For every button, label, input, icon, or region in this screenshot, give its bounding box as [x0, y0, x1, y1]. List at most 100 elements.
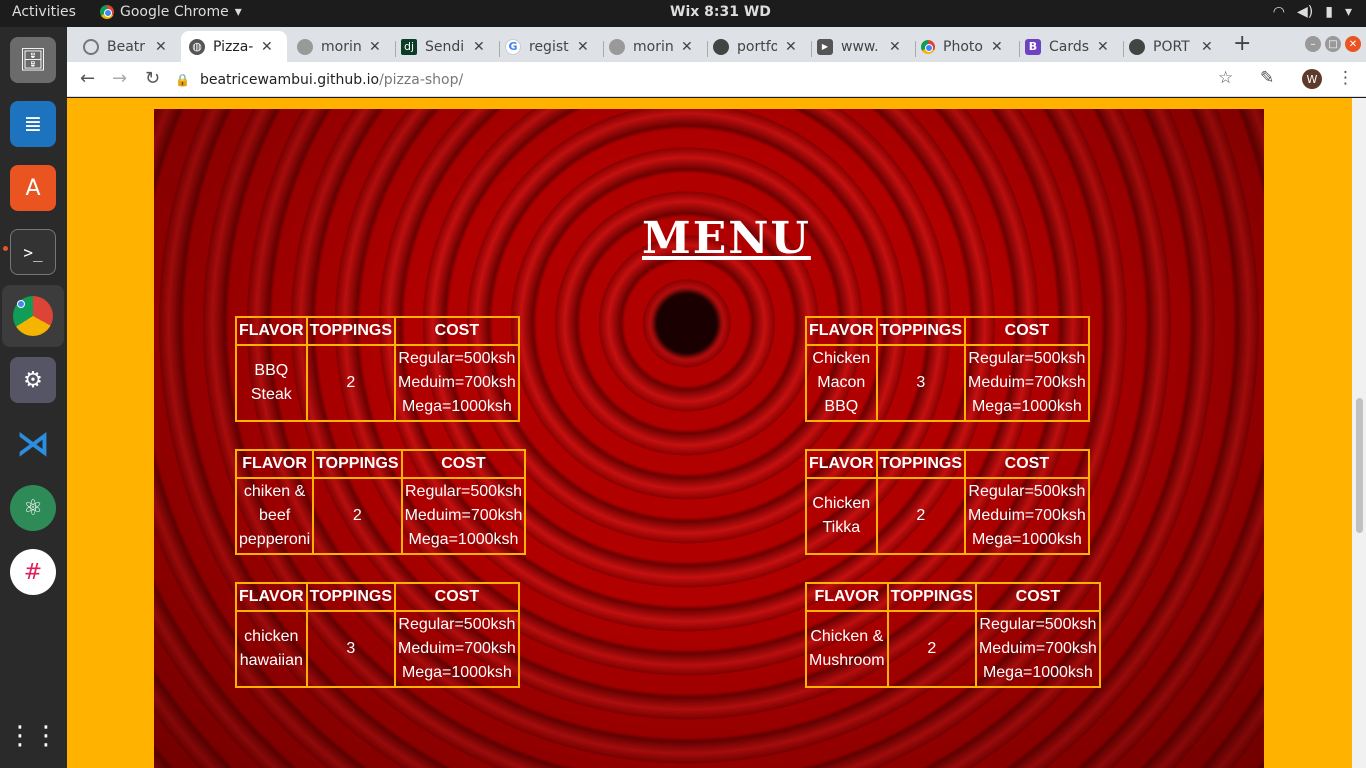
scrollbar-thumb[interactable]	[1356, 398, 1363, 533]
address-bar[interactable]: 🔒 beatricewambui.github.io/pizza-shop/	[175, 66, 1265, 94]
cost-cell: Regular=500ksh Meduim=700ksh Mega=1000ksh	[400, 477, 527, 555]
flavor-line: BBQ	[824, 398, 859, 415]
tab[interactable]: G regist ✕	[497, 31, 602, 62]
flavor-line: Chicken &	[810, 628, 884, 645]
close-icon[interactable]: ✕	[369, 39, 381, 55]
menu-table: FLAVOR TOPPINGS COST Chicken Macon BBQ 3 R…	[805, 316, 1090, 422]
app-menu[interactable]: Google Chrome ▾	[100, 4, 242, 20]
terminal-icon[interactable]: >_	[10, 229, 56, 275]
close-icon[interactable]: ✕	[991, 39, 1003, 55]
lock-icon[interactable]: 🔒	[175, 73, 190, 87]
page-viewport: MENU FLAVOR TOPPINGS COST BBQ Steak 2 Reg…	[67, 98, 1352, 768]
cost-line: Regular=500ksh	[979, 616, 1097, 633]
tab[interactable]: Photo ✕	[913, 31, 1018, 62]
cost-cell: Regular=500ksh Meduim=700ksh Mega=1000ksh	[974, 610, 1101, 688]
toppings-header: TOPPINGS	[875, 316, 966, 346]
tab[interactable]: portfo ✕	[705, 31, 810, 62]
cost-line: Mega=1000ksh	[401, 664, 512, 681]
menu-table: FLAVOR TOPPINGS COST Chicken & Mushroom 2…	[805, 582, 1101, 688]
tab[interactable]: morin ✕	[601, 31, 706, 62]
tab[interactable]: Beatr ✕	[75, 31, 180, 62]
flavor-cell: chiken & beef pepperoni	[234, 477, 315, 555]
tab[interactable]: PORT ✕	[1121, 31, 1226, 62]
tab[interactable]: morin ✕	[289, 31, 394, 62]
google-icon: G	[505, 38, 521, 55]
system-top-bar: Activities Google Chrome ▾ Wix 8:31 WD ◠…	[0, 0, 1366, 27]
files-icon[interactable]: 🗄	[10, 37, 56, 83]
tab-title: PORT	[1153, 38, 1190, 55]
app-name: Google Chrome	[120, 4, 229, 20]
flavor-line: Macon	[817, 374, 866, 391]
writer-icon[interactable]: ≣	[10, 101, 56, 147]
cost-line: Regular=500ksh	[398, 350, 516, 367]
close-icon[interactable]: ✕	[889, 39, 901, 55]
settings-icon[interactable]: ⚙	[10, 357, 56, 403]
kebab-menu-icon[interactable]: ⋮	[1337, 68, 1354, 88]
page-scrollbar[interactable]	[1352, 98, 1366, 768]
toppings-cell: 2	[875, 477, 966, 555]
cost-header: COST	[963, 449, 1090, 479]
tab-title: portfo	[737, 38, 777, 55]
flavor-line: Tikka	[822, 519, 861, 536]
cost-cell: Regular=500ksh Meduim=700ksh Mega=1000ksh	[963, 477, 1090, 555]
close-icon[interactable]: ✕	[1097, 39, 1109, 55]
flavor-cell: BBQ Steak	[235, 344, 308, 422]
toppings-header: TOPPINGS	[312, 449, 403, 479]
tab-active[interactable]: ◍ Pizza- ✕	[181, 31, 287, 62]
bookmark-star-icon[interactable]: ☆	[1218, 68, 1233, 88]
tab-title: regist	[529, 38, 569, 55]
close-icon[interactable]: ✕	[681, 39, 693, 55]
tab[interactable]: B Cards ✕	[1017, 31, 1122, 62]
tab-title: morin	[633, 38, 673, 55]
close-icon[interactable]: ✕	[1201, 39, 1213, 55]
close-icon[interactable]: ✕	[155, 39, 167, 55]
flavor-line: Chicken	[812, 350, 871, 367]
close-icon[interactable]: ✕	[261, 39, 273, 55]
vscode-icon[interactable]: ⋊	[10, 421, 56, 467]
flavor-line: hawaiian	[239, 652, 303, 669]
tab-title: www.	[841, 38, 879, 55]
cost-header: COST	[393, 582, 520, 612]
menu-table: FLAVOR TOPPINGS COST chiken & beef peppero…	[234, 449, 527, 555]
system-tray[interactable]: ◠ ◀) ▮ ▾	[1273, 4, 1352, 20]
atom-icon[interactable]: ⚛	[10, 485, 56, 531]
slack-icon[interactable]: #	[10, 549, 56, 595]
back-icon[interactable]: ←	[80, 68, 95, 89]
flavor-cell: chicken hawaiian	[235, 610, 308, 688]
wifi-icon: ◠	[1272, 4, 1286, 20]
close-icon[interactable]: ✕	[577, 39, 589, 55]
cost-line: Mega=1000ksh	[971, 398, 1082, 415]
extension-icon[interactable]: ✎	[1260, 68, 1274, 88]
cost-line: Mega=1000ksh	[971, 531, 1082, 548]
tab-title: Photo	[943, 38, 983, 55]
tab[interactable]: dj Sendi ✕	[393, 31, 498, 62]
toppings-cell: 2	[886, 610, 977, 688]
close-window-button[interactable]: ✕	[1345, 36, 1361, 52]
clock[interactable]: Wix 8:31 WD	[670, 4, 771, 20]
cost-line: Mega=1000ksh	[982, 664, 1093, 681]
forward-icon[interactable]: →	[112, 68, 127, 89]
chrome-dock-icon[interactable]	[2, 285, 64, 347]
flavor-line: Steak	[250, 386, 292, 403]
minimize-button[interactable]: –	[1305, 36, 1321, 52]
cost-line: Meduim=700ksh	[404, 507, 523, 524]
bootstrap-icon: B	[1025, 38, 1041, 55]
volume-icon: ◀)	[1297, 4, 1314, 20]
avatar[interactable]: W	[1302, 69, 1322, 89]
activities-button[interactable]: Activities	[12, 4, 76, 20]
toppings-cell: 3	[875, 344, 966, 422]
show-apps-icon[interactable]: ⋮⋮	[7, 713, 59, 759]
flavor-header: FLAVOR	[805, 316, 878, 346]
tab-title: morin	[321, 38, 361, 55]
new-tab-button[interactable]: +	[1233, 31, 1251, 56]
close-icon[interactable]: ✕	[785, 39, 797, 55]
reload-icon[interactable]: ↻	[145, 68, 160, 89]
close-icon[interactable]: ✕	[473, 39, 485, 55]
chevron-down-icon: ▾	[234, 4, 242, 20]
software-center-icon[interactable]: A	[10, 165, 56, 211]
chrome-icon	[921, 39, 935, 54]
tab[interactable]: ▶ www. ✕	[809, 31, 914, 62]
flavor-cell: Chicken Macon BBQ	[805, 344, 878, 422]
flavor-header: FLAVOR	[805, 449, 878, 479]
maximize-button[interactable]: □	[1325, 36, 1341, 52]
